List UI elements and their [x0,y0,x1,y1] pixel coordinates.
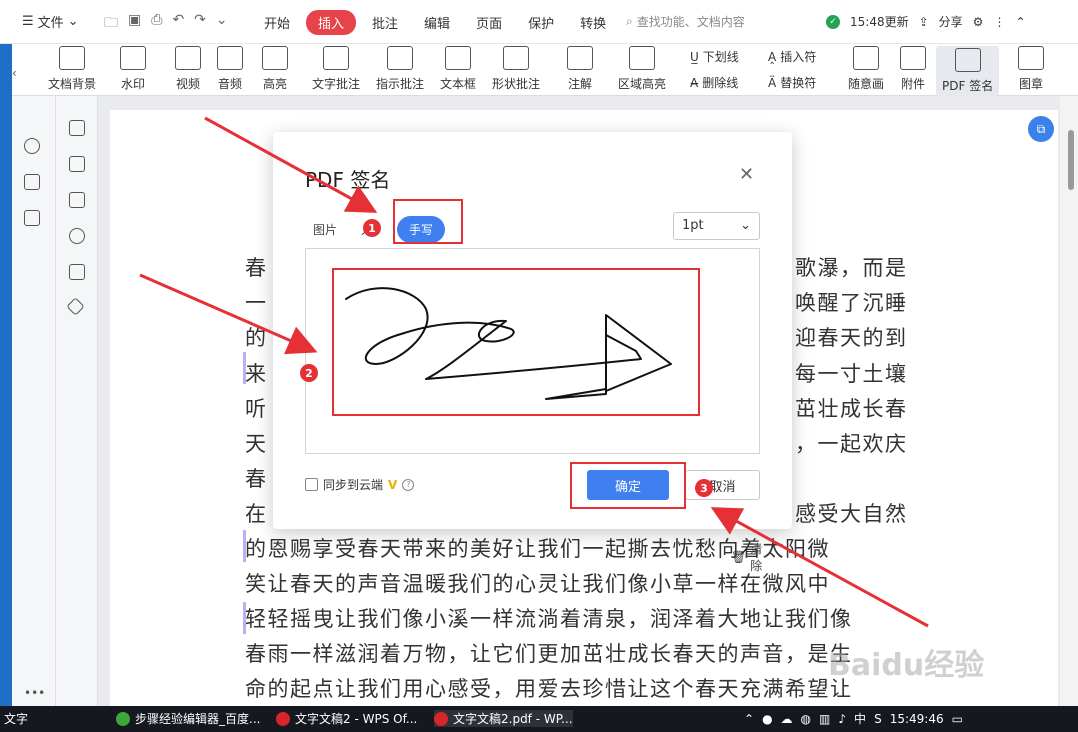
tray-expand-icon[interactable]: ⌃ [744,712,754,726]
notification-icon[interactable]: ▭ [952,712,963,726]
clock[interactable]: 15:49:46 [890,712,944,726]
sogou-icon[interactable]: S [874,712,882,726]
security-icon[interactable]: ◍ [801,712,811,726]
taskbar-label: 文字文稿2.pdf - WP... [453,712,573,726]
arrow-1 [204,116,378,213]
arrow-3 [710,507,929,628]
start-label: 文字 [4,712,29,726]
watermark: Baidu经验 [828,648,985,683]
taskbar-item-browser[interactable]: 步骤经验编辑器_百度... [116,710,260,727]
cloud-icon[interactable]: ☁ [781,712,793,726]
taskbar: 文字 步骤经验编辑器_百度... 文字文稿2 - WPS Of... 文字文稿2… [0,706,1078,732]
wps-icon [276,711,290,726]
ime-label[interactable]: 中 [854,710,866,727]
taskbar-item-wps[interactable]: 文字文稿2 - WPS Of... [276,710,417,727]
volume-icon[interactable]: ♪ [838,712,846,726]
network-icon[interactable]: ▥ [819,712,830,726]
taskbar-item-wps-pdf[interactable]: 文字文稿2.pdf - WP... [434,710,573,727]
system-tray: ⌃ ● ☁ ◍ ▥ ♪ 中 S 15:49:46 ▭ [744,710,963,727]
browser-icon [116,711,130,726]
taskbar-label: 步骤经验编辑器_百度... [135,712,261,726]
wps-pdf-icon [434,711,448,726]
arrow-2 [139,273,318,355]
annotation-arrows [139,116,929,628]
taskbar-label: 文字文稿2 - WPS Of... [295,712,418,726]
wechat-icon[interactable]: ● [762,712,772,726]
start-text[interactable]: 文字 [4,710,28,727]
